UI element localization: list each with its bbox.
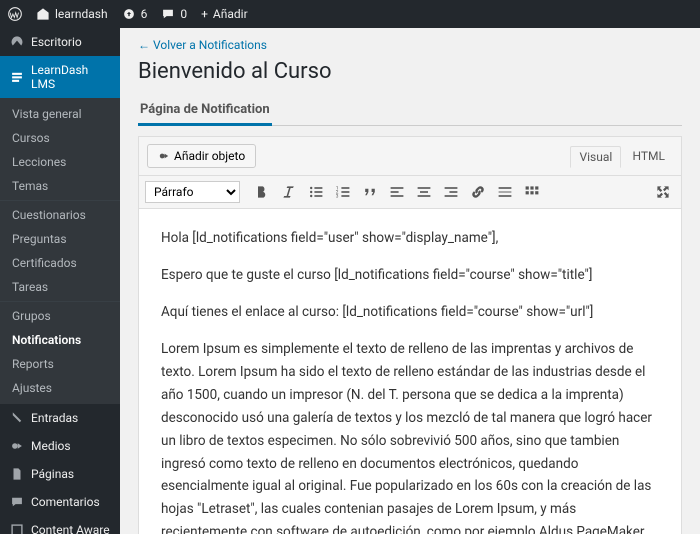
read-more-button[interactable]	[493, 180, 517, 204]
menu-dashboard[interactable]: Escritorio	[0, 28, 120, 56]
tab-visual[interactable]: Visual	[570, 146, 621, 168]
add-new-label: Añadir	[213, 7, 248, 21]
menu-pages[interactable]: Páginas	[0, 460, 120, 488]
menu-learndash[interactable]: LearnDash LMS	[0, 56, 120, 98]
format-select[interactable]: Párrafo	[145, 181, 240, 203]
admin-topbar: learndash 6 0 + Añadir	[0, 0, 700, 28]
site-name: learndash	[55, 7, 108, 21]
paragraph: Espero que te guste el curso [ld_notific…	[161, 264, 659, 287]
submenu-quizzes[interactable]: Cuestionarios	[0, 203, 120, 227]
bold-button[interactable]	[250, 180, 274, 204]
submenu-courses[interactable]: Cursos	[0, 126, 120, 150]
site-link[interactable]: learndash	[36, 7, 108, 21]
editor-toolbar: Párrafo 123	[139, 176, 681, 209]
paragraph: Hola [ld_notifications field="user" show…	[161, 227, 659, 250]
numbered-list-button[interactable]: 123	[331, 180, 355, 204]
paragraph: Aquí tienes el enlace al curso: [ld_noti…	[161, 301, 659, 324]
comments-count: 0	[180, 7, 187, 21]
editor: Añadir objeto Visual HTML Párrafo 123	[138, 136, 682, 534]
page-title: Bienvenido al Curso	[138, 59, 682, 84]
bulleted-list-button[interactable]	[304, 180, 328, 204]
tab-notification-page[interactable]: Página de Notification	[138, 96, 272, 126]
submenu-questions[interactable]: Preguntas	[0, 227, 120, 251]
submenu-topics[interactable]: Temas	[0, 174, 120, 198]
editor-mode-tabs: Visual HTML	[570, 149, 673, 164]
wp-logo[interactable]	[8, 7, 22, 21]
content-area: ← Volver a Notifications Bienvenido al C…	[120, 28, 700, 534]
link-button[interactable]	[466, 180, 490, 204]
svg-text:3: 3	[336, 194, 339, 200]
blockquote-button[interactable]	[358, 180, 382, 204]
plus-icon: +	[201, 7, 208, 21]
updates-count: 6	[141, 7, 148, 21]
fullscreen-button[interactable]	[651, 180, 675, 204]
editor-content[interactable]: Hola [ld_notifications field="user" show…	[139, 209, 681, 534]
submenu-assignments[interactable]: Tareas	[0, 275, 120, 299]
align-left-button[interactable]	[385, 180, 409, 204]
updates-link[interactable]: 6	[122, 7, 148, 21]
add-media-button[interactable]: Añadir objeto	[147, 144, 256, 168]
submenu-overview[interactable]: Vista general	[0, 102, 120, 126]
submenu-reports[interactable]: Reports	[0, 352, 120, 376]
toolbar-toggle-button[interactable]	[520, 180, 544, 204]
comments-link[interactable]: 0	[161, 7, 187, 21]
tab-html[interactable]: HTML	[625, 146, 674, 166]
submenu-settings[interactable]: Ajustes	[0, 376, 120, 400]
submenu-lessons[interactable]: Lecciones	[0, 150, 120, 174]
submenu-certificates[interactable]: Certificados	[0, 251, 120, 275]
paragraph: Lorem Ipsum es simplemente el texto de r…	[161, 338, 659, 534]
add-new-link[interactable]: + Añadir	[201, 7, 248, 21]
italic-button[interactable]	[277, 180, 301, 204]
align-center-button[interactable]	[412, 180, 436, 204]
submenu-groups[interactable]: Grupos	[0, 304, 120, 328]
admin-sidebar: Escritorio LearnDash LMS Vista general C…	[0, 28, 120, 534]
submenu-notifications[interactable]: Notifications	[0, 328, 120, 352]
menu-content-aware[interactable]: Content Aware	[0, 516, 120, 534]
menu-posts[interactable]: Entradas	[0, 404, 120, 432]
align-right-button[interactable]	[439, 180, 463, 204]
menu-media[interactable]: Medios	[0, 432, 120, 460]
back-to-notifications-link[interactable]: ← Volver a Notifications	[138, 38, 267, 52]
submenu-learndash: Vista general Cursos Lecciones Temas Cue…	[0, 98, 120, 404]
tab-bar: Página de Notification	[138, 96, 682, 126]
menu-comments[interactable]: Comentarios	[0, 488, 120, 516]
